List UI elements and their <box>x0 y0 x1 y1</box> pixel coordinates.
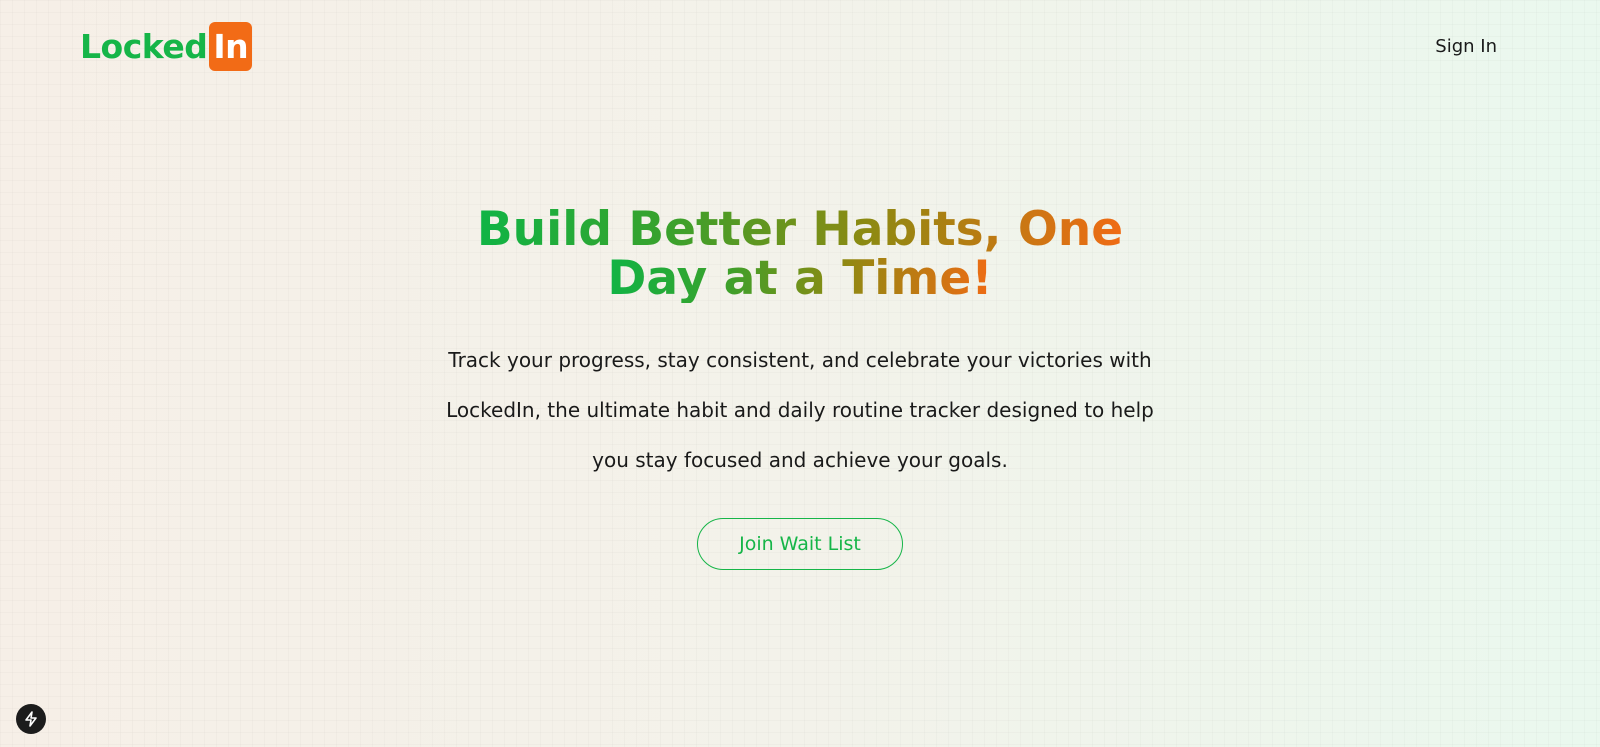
logo-text-box: In <box>209 22 253 71</box>
bolt-icon <box>25 711 37 727</box>
logo[interactable]: Locked In <box>80 22 253 71</box>
hero-title: Build Better Habits, One Day at a Time! <box>0 205 1600 303</box>
bolt-button[interactable] <box>16 704 46 734</box>
sign-in-link[interactable]: Sign In <box>1435 36 1497 57</box>
hero-title-line2: Day at a Time! <box>607 251 993 306</box>
hero-title-line1: Build Better Habits, One <box>476 202 1124 257</box>
hero-subtitle: Track your progress, stay consistent, an… <box>446 348 1154 472</box>
logo-text-main: Locked <box>80 27 208 66</box>
join-wait-list-button[interactable]: Join Wait List <box>697 518 903 570</box>
